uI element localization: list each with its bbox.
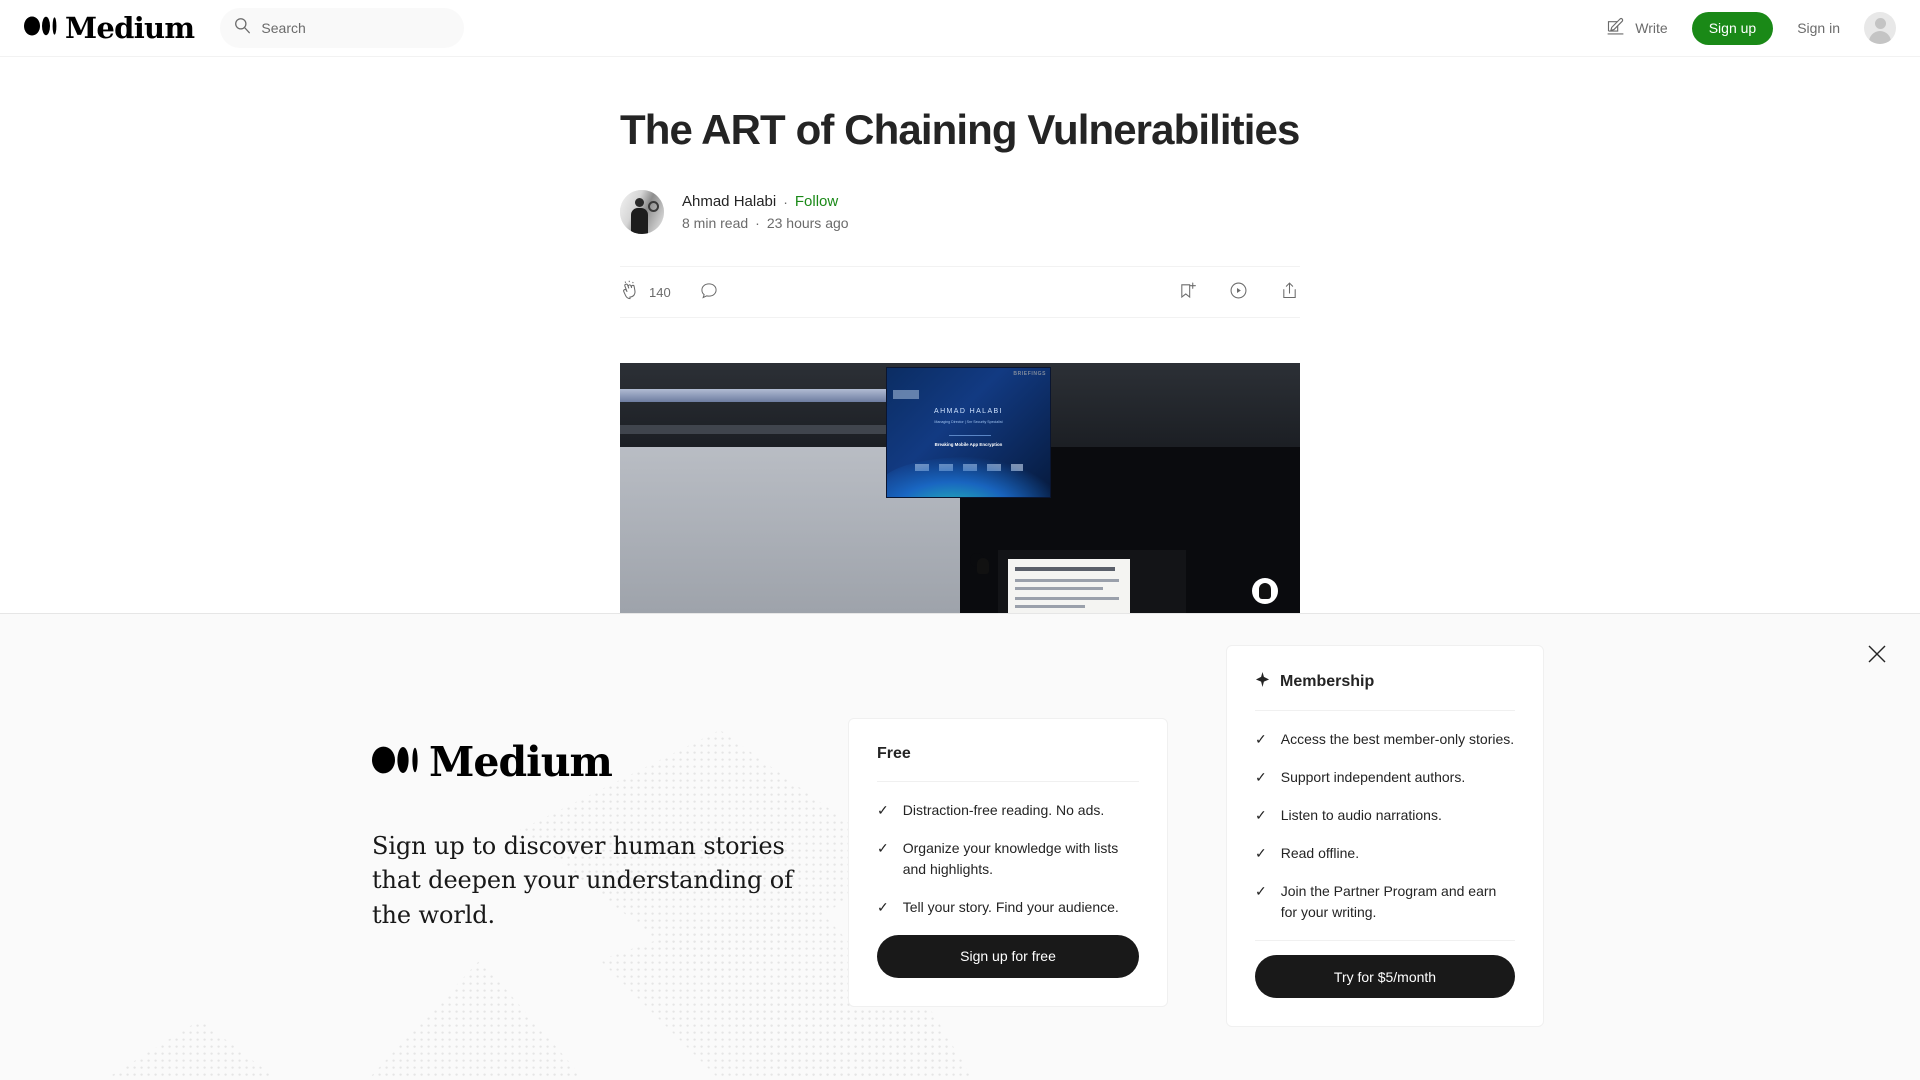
feature-item: ✓ Read offline. [1255, 843, 1515, 864]
check-icon: ✓ [1255, 807, 1267, 823]
comment-button[interactable] [699, 281, 719, 304]
play-audio-icon [1228, 280, 1249, 304]
byline: Ahmad Halabi · Follow 8 min read · 23 ho… [620, 190, 1300, 235]
feature-label: Join the Partner Program and earn for yo… [1280, 883, 1497, 920]
try-membership-button[interactable]: Try for $5/month [1255, 955, 1515, 998]
divider [877, 780, 1139, 782]
search-box[interactable] [220, 8, 465, 48]
divider [1255, 940, 1515, 941]
signup-free-button[interactable]: Sign up for free [877, 934, 1139, 978]
feature-label: Tell your story. Find your audience. [902, 898, 1119, 915]
meta-separator: · [755, 215, 760, 232]
screen-speaker-name: AHMAD HALABI [934, 408, 1003, 416]
check-icon: ✓ [1255, 845, 1267, 861]
close-icon [1864, 645, 1890, 670]
screen-talk-title: Breaking Mobile App Encryption [934, 442, 1003, 448]
signup-modal: Medium Sign up to discover human stories… [0, 613, 1920, 1080]
modal-tagline: Sign up to discover human stories that d… [372, 832, 793, 929]
clap-button[interactable]: 140 [620, 280, 671, 304]
byline-separator: · [783, 193, 788, 210]
membership-plan-title: Membership [1255, 672, 1515, 710]
signup-button[interactable]: Sign up [1691, 11, 1774, 45]
modal-medium-logo: Medium [372, 742, 830, 783]
stage-led-screen: BRIEFINGS AHMAD HALABI Managing Director… [886, 367, 1051, 499]
feature-item: ✓ Join the Partner Program and earn for … [1255, 881, 1515, 923]
engagement-toolbar: 140 [620, 266, 1300, 319]
check-icon: ✓ [877, 801, 889, 818]
medium-logo-icon [24, 16, 58, 41]
bookmark-button[interactable] [1177, 280, 1198, 304]
read-time: 8 min read [682, 215, 749, 232]
feature-label: Access the best member-only stories. [1280, 731, 1515, 747]
feature-item: ✓ Tell your story. Find your audience. [877, 897, 1139, 918]
feature-label: Distraction-free reading. No ads. [902, 801, 1105, 818]
feature-item: ✓ Organize your knowledge with lists and… [877, 838, 1139, 880]
site-header: Medium Write Sign up Sign in [0, 0, 1920, 57]
membership-plan-card: Membership ✓ Access the best member-only… [1226, 645, 1544, 1027]
check-icon: ✓ [877, 839, 889, 856]
sparkle-icon [1255, 672, 1270, 692]
listen-button[interactable] [1228, 280, 1249, 304]
author-name[interactable]: Ahmad Halabi [682, 193, 776, 210]
check-icon: ✓ [1255, 769, 1267, 785]
feature-label: Organize your knowledge with lists and h… [902, 839, 1119, 877]
feature-label: Support independent authors. [1280, 769, 1466, 785]
screen-brand: BRIEFINGS [1013, 371, 1046, 378]
search-input[interactable] [261, 20, 451, 36]
feature-label: Listen to audio narrations. [1280, 807, 1442, 823]
check-icon: ✓ [1255, 731, 1267, 747]
medium-logo-icon [372, 746, 420, 779]
check-icon: ✓ [877, 898, 889, 915]
follow-link[interactable]: Follow [795, 193, 838, 210]
free-plan-card: Free ✓ Distraction-free reading. No ads.… [848, 717, 1168, 1007]
close-button[interactable] [1864, 641, 1890, 667]
feature-item: ✓ Support independent authors. [1255, 767, 1515, 788]
comment-icon [699, 281, 719, 304]
feature-item: ✓ Distraction-free reading. No ads. [877, 800, 1139, 821]
share-icon [1279, 280, 1300, 304]
modal-intro: Medium Sign up to discover human stories… [360, 742, 830, 951]
divider [1255, 710, 1515, 711]
medium-logo-text: Medium [65, 10, 195, 45]
bookmark-add-icon [1177, 280, 1198, 304]
clap-count: 140 [649, 284, 671, 300]
user-avatar-icon[interactable] [1864, 12, 1896, 44]
published-date: 23 hours ago [766, 215, 849, 232]
write-button[interactable]: Write [1605, 16, 1668, 40]
header-actions: Write Sign up Sign in [1605, 11, 1896, 45]
write-label: Write [1635, 20, 1668, 36]
signin-link[interactable]: Sign in [1797, 20, 1840, 36]
page-title: The ART of Chaining Vulnerabilities [620, 106, 1300, 153]
modal-logo-text: Medium [429, 738, 613, 787]
pencil-write-icon [1605, 16, 1626, 40]
author-avatar-icon[interactable] [620, 190, 664, 235]
free-plan-title: Free [877, 744, 911, 762]
medium-logo[interactable]: Medium [24, 10, 195, 45]
share-button[interactable] [1279, 280, 1300, 304]
feature-label: Read offline. [1280, 845, 1360, 861]
screen-speaker-role: Managing Director | Snr Security Special… [934, 420, 1003, 425]
check-icon: ✓ [1255, 883, 1267, 899]
feature-item: ✓ Access the best member-only stories. [1255, 729, 1515, 750]
clap-icon [620, 280, 641, 304]
feature-item: ✓ Listen to audio narrations. [1255, 805, 1515, 826]
search-icon [234, 17, 251, 39]
